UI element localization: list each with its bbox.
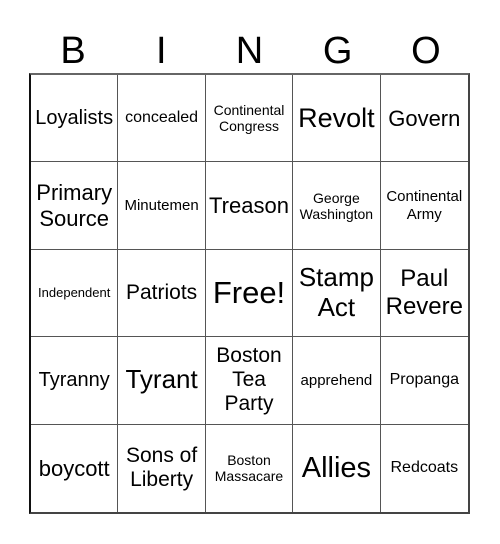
bingo-cell[interactable]: Paul Revere	[380, 250, 468, 338]
bingo-cell[interactable]: George Washington	[293, 162, 381, 250]
bingo-cell[interactable]: Boston Massacare	[206, 424, 294, 512]
bingo-cell[interactable]: Independent	[31, 249, 119, 338]
bingo-cell[interactable]: Govern	[380, 75, 468, 163]
bingo-cell[interactable]: Tyranny	[31, 337, 119, 425]
bingo-header: B I N G O	[29, 30, 470, 72]
header-letter-b: B	[60, 30, 86, 72]
bingo-cell[interactable]: Minutemen	[118, 162, 206, 250]
bingo-cell[interactable]: Loyalists	[31, 75, 119, 163]
header-letter-o: O	[411, 30, 441, 72]
bingo-cell[interactable]: Redcoats	[381, 425, 468, 512]
bingo-cell[interactable]: boycott	[31, 424, 119, 512]
bingo-cell[interactable]: Stamp Act	[293, 249, 381, 338]
bingo-cell[interactable]: apprehend	[293, 337, 381, 425]
bingo-cell[interactable]: concealed	[118, 75, 206, 163]
bingo-cell[interactable]: Revolt	[293, 75, 381, 163]
header-letter-g: G	[322, 30, 353, 72]
bingo-cell[interactable]: Primary Source	[31, 162, 119, 250]
bingo-cell[interactable]: Allies	[293, 424, 381, 512]
bingo-cell[interactable]: Sons of Liberty	[118, 424, 206, 512]
bingo-cell[interactable]: Boston Tea Party	[205, 337, 294, 425]
bingo-cell[interactable]: Continental Army	[380, 162, 468, 250]
bingo-cell[interactable]: Tyrant	[118, 337, 206, 425]
bingo-cell[interactable]: Propanga	[380, 337, 468, 425]
header-letter-i: I	[156, 30, 167, 72]
bingo-cell[interactable]: Patriots	[118, 249, 206, 338]
bingo-cell[interactable]: Continental Congress	[205, 75, 294, 163]
header-letter-n: N	[235, 30, 264, 72]
bingo-cell[interactable]: Treason	[205, 162, 294, 250]
free-space-cell[interactable]: Free!	[205, 249, 294, 338]
bingo-grid: Loyalists concealed Continental Congress…	[29, 73, 470, 514]
